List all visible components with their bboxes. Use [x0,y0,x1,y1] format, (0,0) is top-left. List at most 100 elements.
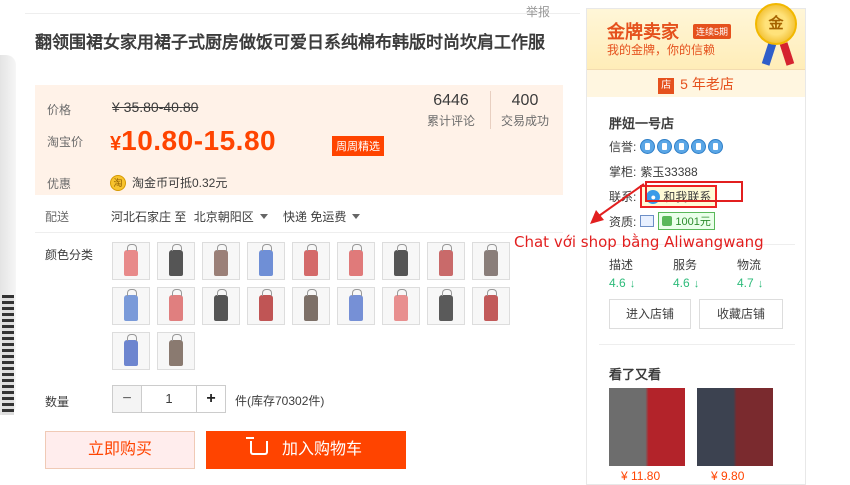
color-swatch[interactable] [157,332,195,370]
shipping-row: 配送 河北石家庄 至 北京朝阳区 快递 免运费 [45,208,372,225]
rating-label: 描述 [609,258,634,272]
crown-icon [657,139,673,154]
product-title: 翻领围裙女家用裙子式厨房做饭可爱日系纯棉布韩版时尚坎肩工作服 [35,33,545,53]
product-photo-partial [0,55,16,415]
coin-discount: 淘 淘金币可抵0.32元 [110,174,227,191]
discount-label: 优惠 [47,177,72,191]
gold-seller-subtitle: 我的金牌，你的信赖 [607,43,716,57]
crown-icon [640,139,656,154]
apron-thumbnail [304,244,318,276]
rating-description: 描述 4.6 [609,256,669,290]
apron-thumbnail [259,289,273,321]
color-swatch[interactable] [202,287,240,325]
apron-thumbnail [484,289,498,321]
apron-thumbnail [394,289,408,321]
apron-thumbnail [124,244,138,276]
stock-text: 件(库存70302件) [235,394,325,408]
quantity-increase-button[interactable]: + [196,385,226,413]
original-price: ¥ 35.80-40.80 [112,99,199,115]
apron-thumbnail [169,334,183,366]
also-viewed-title: 看了又看 [609,367,662,382]
apron-thumbnail [349,244,363,276]
color-label: 颜色分类 [45,248,94,262]
recommended-price-2: ¥ 9.80 [711,469,745,483]
rating-label: 服务 [673,258,698,272]
ship-to-dropdown[interactable]: 北京朝阳区 [194,210,280,224]
price-label: 价格 [47,103,72,117]
shipping-label: 配送 [45,210,70,224]
crown-icon [674,139,690,154]
rating-value: 4.6 [673,276,733,290]
shipping-method-dropdown[interactable]: 快递 免运费 [283,210,372,224]
color-swatch[interactable] [112,287,150,325]
promo-price: ¥10.80-15.80 [110,125,276,157]
rating-logistics: 物流 4.7 [737,256,797,290]
report-link[interactable]: 举报 [526,3,550,20]
weekly-pick-badge[interactable]: 周周精选 [332,136,384,156]
ship-from: 河北石家庄 至 [111,210,187,224]
color-swatch[interactable] [382,242,420,280]
apron-thumbnail [439,244,453,276]
divider [35,232,563,233]
shop-name[interactable]: 胖妞一号店 [609,113,674,132]
color-swatch[interactable] [247,287,285,325]
quantity-decrease-button[interactable]: − [112,385,142,413]
price-box: 价格 ¥ 35.80-40.80 淘宝价 ¥10.80-15.80 周周精选 6… [35,85,563,195]
promo-price-value: 10.80-15.80 [121,125,277,156]
coin-discount-text: 淘金币可抵0.32元 [132,176,228,190]
color-swatch[interactable] [247,242,285,280]
color-swatch[interactable] [112,242,150,280]
color-swatch[interactable] [337,242,375,280]
contact-highlight-box [645,181,743,202]
reviews-count: 6446 [433,92,469,109]
recommended-product-2[interactable] [697,388,773,466]
apron-thumbnail [304,289,318,321]
top-bar [25,0,580,14]
shipping-method: 快递 免运费 [283,210,347,224]
color-swatch[interactable] [202,242,240,280]
color-swatch[interactable] [157,287,195,325]
color-swatch[interactable] [427,287,465,325]
rating-service: 服务 4.6 [673,256,733,290]
credit-label: 信誉: [609,140,637,154]
reviews-stat[interactable]: 6446 累计评论 [416,92,486,129]
cart-icon [245,437,268,455]
color-swatch[interactable] [472,242,510,280]
color-swatch[interactable] [292,287,330,325]
enter-shop-button[interactable]: 进入店铺 [609,299,691,329]
shop-age: 店 5 年老店 [587,69,805,97]
color-swatch[interactable] [112,332,150,370]
credit-row: 信誉: [609,138,725,155]
rating-value: 4.6 [609,276,669,290]
recommended-price-1: ¥ 11.80 [621,469,661,483]
apron-thumbnail [124,334,138,366]
gold-seller-banner: 金牌卖家 连续5期 我的金牌，你的信赖 金 [587,3,805,69]
favorite-shop-button[interactable]: 收藏店铺 [699,299,783,329]
color-swatch[interactable] [337,287,375,325]
quantity-input[interactable]: 1 [142,385,196,413]
annotation-text: Chat với shop bằng Aliwangwang [514,233,764,251]
color-swatch[interactable] [382,287,420,325]
apron-thumbnail [169,289,183,321]
gold-seller-tag: 连续5期 [693,24,732,39]
recommended-product-1[interactable] [609,388,685,466]
color-swatch[interactable] [427,242,465,280]
color-swatch[interactable] [472,287,510,325]
apron-thumbnail [214,244,228,276]
shop-icon: 店 [658,78,675,94]
apron-thumbnail [169,244,183,276]
taojinbi-coin-icon: 淘 [110,174,126,191]
apron-thumbnail [439,289,453,321]
apron-thumbnail [214,289,228,321]
crown-icon [691,139,707,154]
buy-now-button[interactable]: 立即购买 [45,431,195,469]
add-to-cart-button[interactable]: 加入购物车 [206,431,406,469]
apron-thumbnail [394,244,408,276]
color-swatch-grid [112,242,532,370]
color-swatch[interactable] [292,242,330,280]
deposit-badge[interactable]: 1001元 [658,212,715,230]
apron-thumbnail [259,244,273,276]
apron-thumbnail [484,244,498,276]
gold-medal-icon: 金 [755,3,797,45]
color-swatch[interactable] [157,242,195,280]
